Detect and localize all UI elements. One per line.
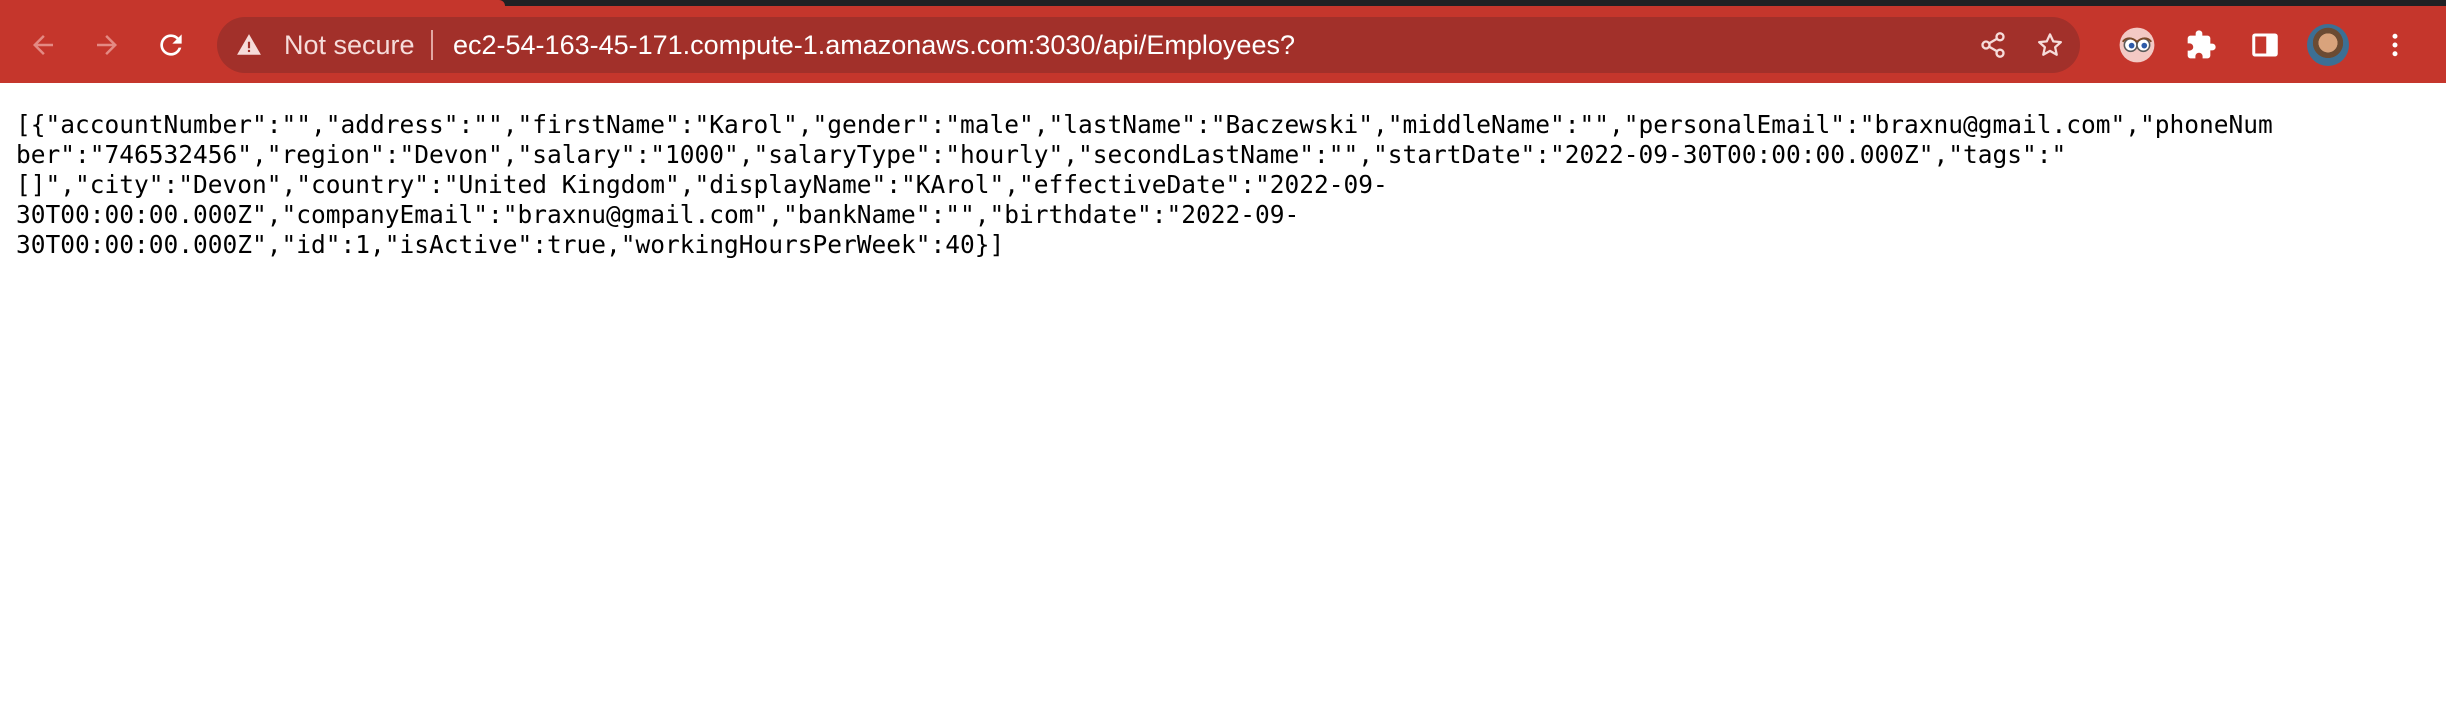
back-button[interactable] [17,19,69,71]
avatar[interactable] [2307,24,2349,66]
json-line: [{"accountNumber":"","address":"","first… [16,110,2273,139]
json-line: 30T00:00:00.000Z","id":1,"isActive":true… [16,230,1005,259]
url-text[interactable]: ec2-54-163-45-171.compute-1.amazonaws.co… [453,17,1295,73]
star-icon[interactable] [2034,29,2066,61]
side-panel-icon[interactable] [2245,25,2285,65]
address-bar[interactable]: Not secure ec2-54-163-45-171.compute-1.a… [217,17,2080,73]
divider [431,30,433,60]
share-icon[interactable] [1977,29,2009,61]
eyes-extension-icon[interactable] [2117,25,2157,65]
json-line: ber":"746532456","region":"Devon","salar… [16,140,2067,169]
arrow-left-icon [28,30,58,60]
json-response: [{"accountNumber":"","address":"","first… [16,110,2430,260]
json-line: []","city":"Devon","country":"United Kin… [16,170,1388,199]
puzzle-icon[interactable] [2181,25,2221,65]
reload-icon [155,29,187,61]
kebab-menu-icon[interactable] [2375,25,2415,65]
reload-button[interactable] [145,19,197,71]
security-label[interactable]: Not secure [284,17,415,73]
arrow-right-icon [92,30,122,60]
json-line: 30T00:00:00.000Z","companyEmail":"braxnu… [16,200,1300,229]
browser-toolbar: Not secure ec2-54-163-45-171.compute-1.a… [0,6,2446,83]
warning-triangle-icon[interactable] [235,31,263,59]
forward-button[interactable] [81,19,133,71]
